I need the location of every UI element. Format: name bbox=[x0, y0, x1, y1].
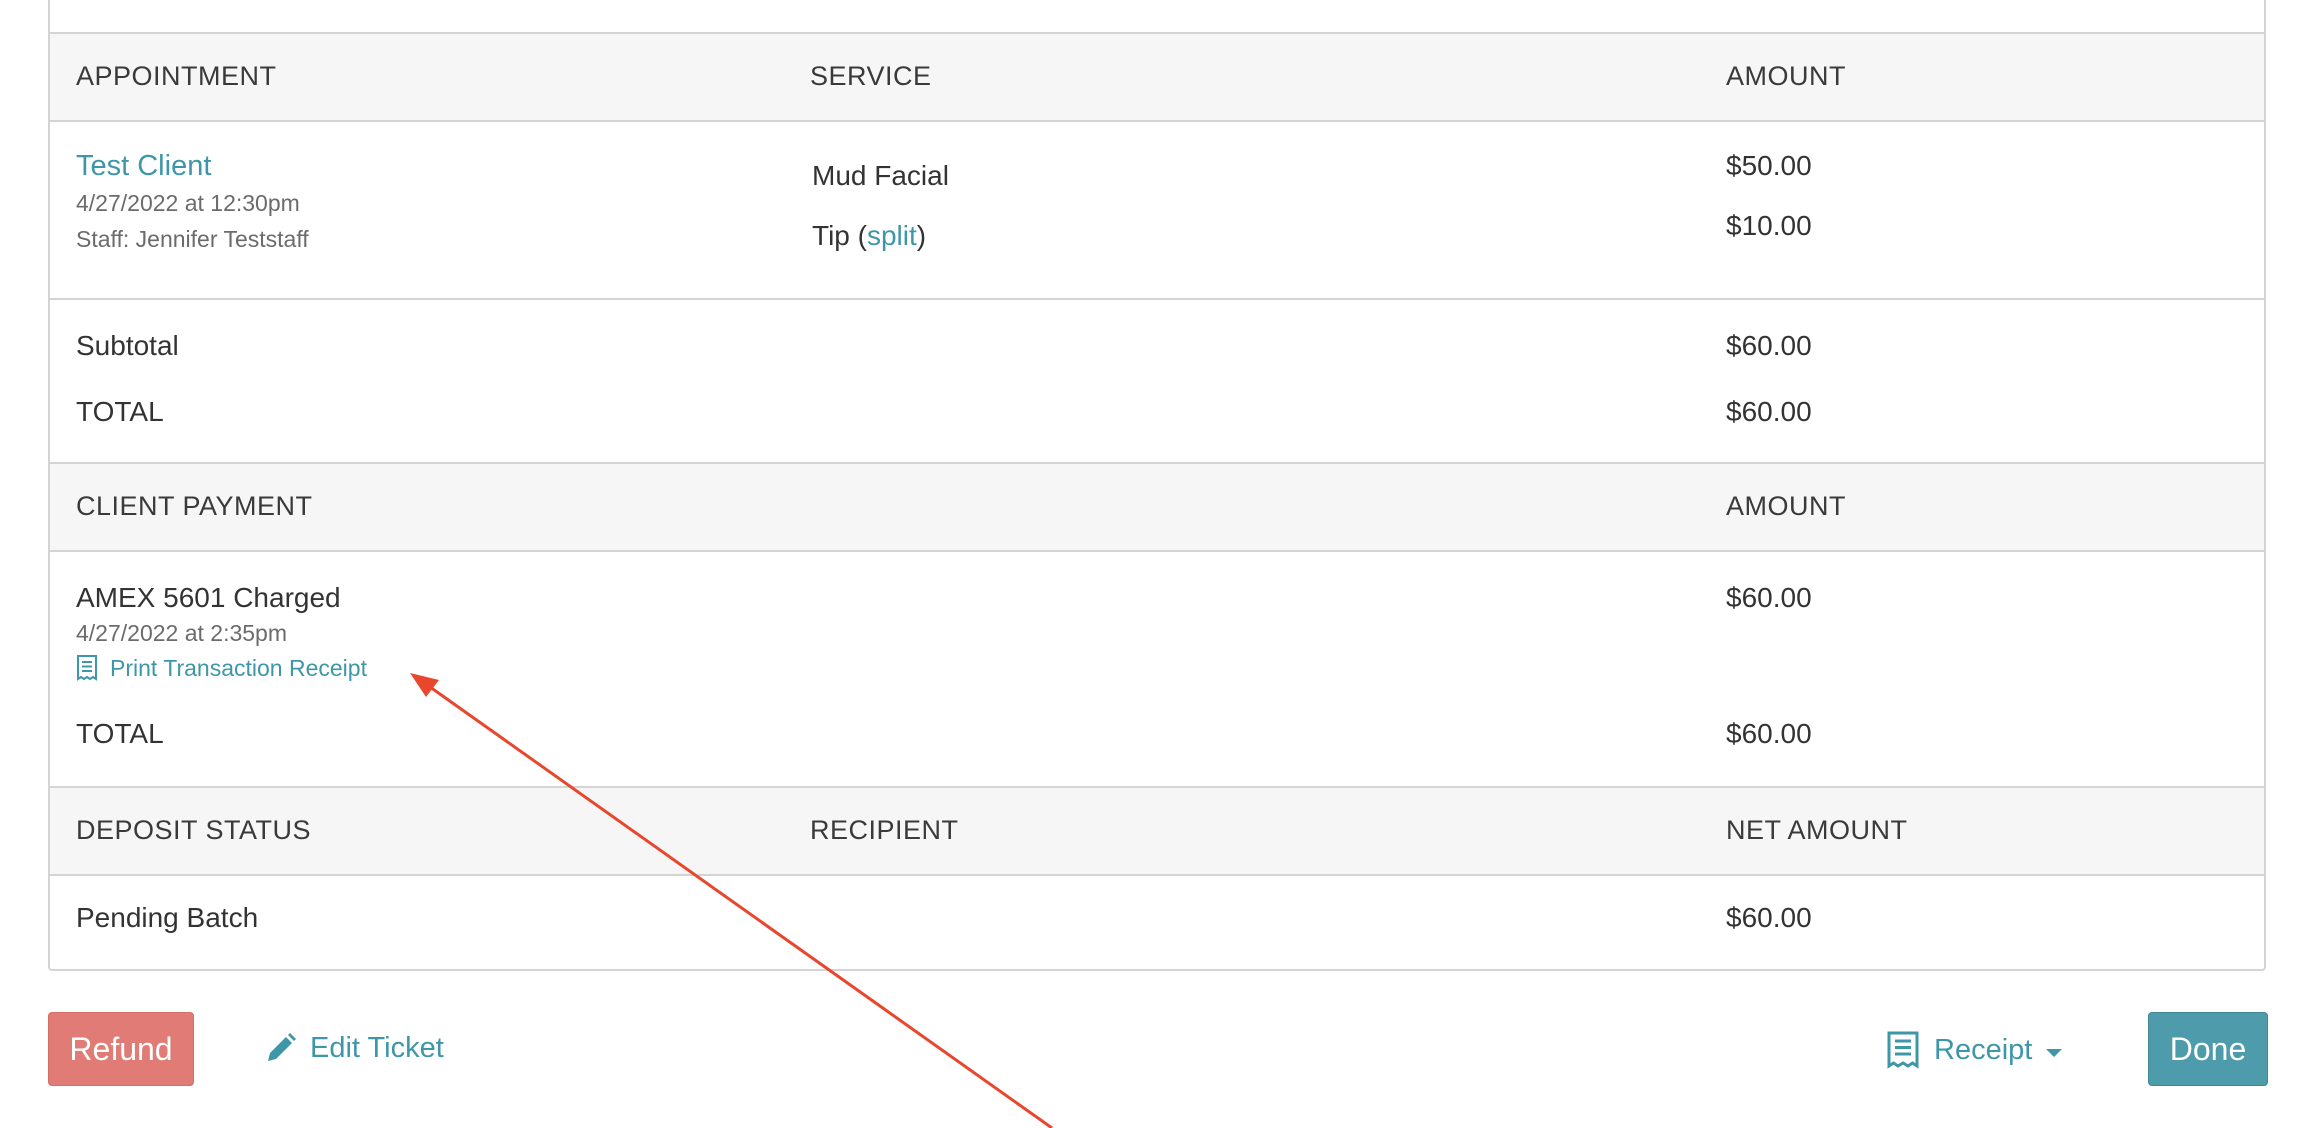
appointment-datetime: 4/27/2022 at 12:30pm bbox=[76, 190, 300, 216]
subtotal-amount: $60.00 bbox=[1726, 330, 1812, 361]
payment-total-amount: $60.00 bbox=[1726, 718, 1812, 749]
tip-label: Tip ( bbox=[812, 220, 867, 251]
payment-datetime: 4/27/2022 at 2:35pm bbox=[76, 620, 287, 646]
deposit-status: Pending Batch bbox=[76, 902, 259, 933]
tip-split-link[interactable]: split bbox=[867, 220, 917, 251]
tip-label-close: ) bbox=[916, 220, 927, 251]
subtotal-label: Subtotal bbox=[76, 330, 179, 361]
caret-down-icon bbox=[2046, 1049, 2063, 1057]
print-transaction-receipt-link[interactable]: Print Transaction Receipt bbox=[76, 654, 367, 682]
receipt-dropdown-button[interactable]: Receipt bbox=[1886, 1027, 2063, 1073]
edit-ticket-button[interactable]: Edit Ticket bbox=[264, 1028, 444, 1068]
total-amount: $60.00 bbox=[1726, 396, 1812, 427]
edit-ticket-label: Edit Ticket bbox=[310, 1031, 444, 1064]
service-amount: $50.00 bbox=[1726, 150, 1812, 181]
tip-amount: $10.00 bbox=[1726, 210, 1812, 241]
payment-amount: $60.00 bbox=[1726, 582, 1812, 613]
done-button[interactable]: Done bbox=[2148, 1012, 2268, 1086]
deposit-row: Pending Batch $60.00 bbox=[50, 874, 2264, 970]
appointment-header-row: APPOINTMENT SERVICE AMOUNT bbox=[50, 32, 2264, 122]
appointment-staff: Staff: Jennifer Teststaff bbox=[76, 226, 309, 252]
payment-method: AMEX 5601 Charged bbox=[76, 582, 341, 613]
print-transaction-receipt-label: Print Transaction Receipt bbox=[110, 654, 367, 681]
service-column-header: SERVICE bbox=[810, 61, 932, 91]
recipient-column-header: RECIPIENT bbox=[810, 815, 959, 845]
receipt-icon bbox=[76, 654, 98, 682]
net-amount-column-header: NET AMOUNT bbox=[1726, 815, 1908, 845]
amount-column-header: AMOUNT bbox=[1726, 61, 1846, 91]
deposit-status-column-header: DEPOSIT STATUS bbox=[76, 815, 312, 845]
appointment-column-header: APPOINTMENT bbox=[76, 61, 277, 91]
appointment-row: Test Client 4/27/2022 at 12:30pm Staff: … bbox=[50, 120, 2264, 298]
totals-section: Subtotal $60.00 TOTAL $60.00 bbox=[50, 298, 2264, 466]
client-name-link[interactable]: Test Client bbox=[76, 150, 211, 183]
receipt-label: Receipt bbox=[1934, 1033, 2033, 1066]
tip-line: Tip (split) bbox=[812, 220, 926, 252]
receipt-icon bbox=[1886, 1030, 1920, 1070]
payment-amount-column-header: AMOUNT bbox=[1726, 491, 1846, 521]
refund-button[interactable]: Refund bbox=[48, 1012, 194, 1086]
payment-row: AMEX 5601 Charged 4/27/2022 at 2:35pm Pr… bbox=[50, 550, 2264, 786]
client-payment-column-header: CLIENT PAYMENT bbox=[76, 491, 313, 521]
deposit-net-amount: $60.00 bbox=[1726, 902, 1812, 933]
service-name: Mud Facial bbox=[812, 160, 949, 191]
total-label: TOTAL bbox=[76, 396, 164, 427]
payment-total-label: TOTAL bbox=[76, 718, 164, 749]
client-payment-header-row: CLIENT PAYMENT AMOUNT bbox=[50, 462, 2264, 552]
ticket-details-panel: APPOINTMENT SERVICE AMOUNT Test Client 4… bbox=[48, 0, 2266, 971]
pencil-icon bbox=[264, 1031, 310, 1065]
deposit-header-row: DEPOSIT STATUS RECIPIENT NET AMOUNT bbox=[50, 786, 2264, 876]
